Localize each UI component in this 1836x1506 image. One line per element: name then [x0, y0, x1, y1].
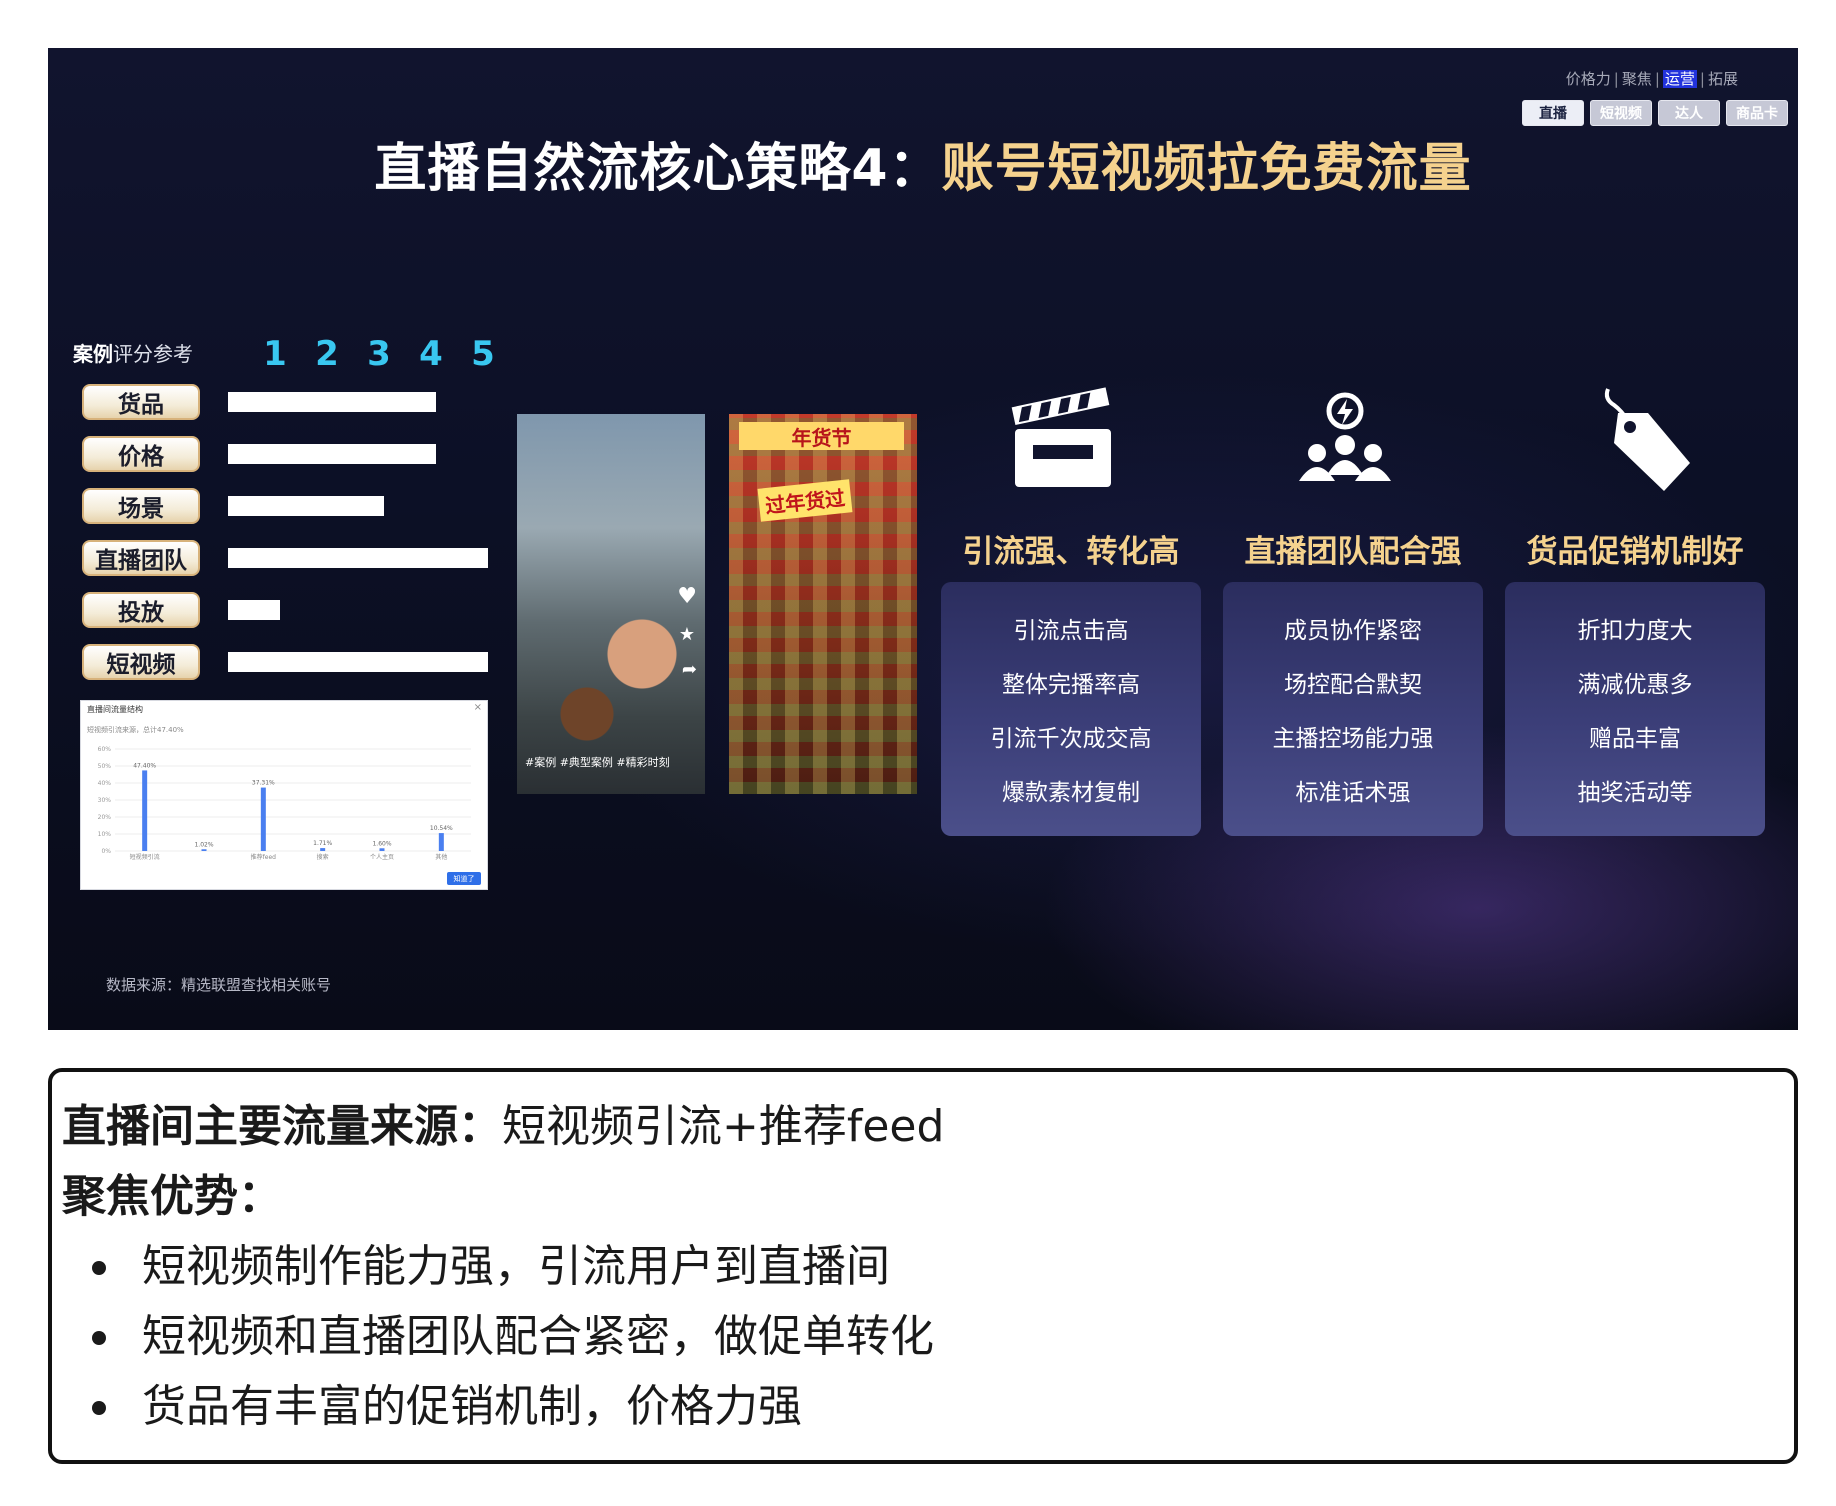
y-tick-label: 20% [98, 814, 112, 821]
acknowledge-button[interactable]: 知道了 [447, 872, 481, 885]
scale-tick: 2 [315, 334, 339, 374]
clapperboard-icon [1011, 387, 1111, 487]
feature-point: 主播控场能力强 [1272, 726, 1434, 752]
rating-score-bar [228, 444, 436, 464]
feature-card: 引流点击高整体完播率高 引流千次成交高 爆款素材复制 [941, 582, 1201, 836]
focus-label: 聚焦优势： [62, 1171, 282, 1222]
scale-tick: 1 [263, 334, 287, 374]
topnav-item-price[interactable]: 价格力 [1566, 70, 1611, 88]
y-tick-label: 10% [98, 831, 112, 838]
feature-point: 引流点击高 [1013, 618, 1129, 644]
rating-score-bar [228, 652, 488, 672]
scale-tick: 5 [471, 334, 495, 374]
rating-category-label: 价格 [82, 436, 200, 472]
chart-bar [260, 787, 266, 851]
rating-category-label: 直播团队 [82, 540, 200, 576]
nav-buttons: 直播 短视频 达人 商品卡 [1522, 100, 1788, 126]
rating-score-bar [228, 392, 436, 412]
chart-bar [379, 848, 385, 851]
feature-point: 抽奖活动等 [1577, 780, 1693, 806]
nav-button-live[interactable]: 直播 [1522, 100, 1584, 126]
bar-data-label: 37.31% [252, 780, 275, 787]
x-tick-label: 推荐feed [251, 853, 276, 861]
team-idea-icon [1299, 392, 1391, 481]
slide-title: 直播自然流核心策略4：账号短视频拉免费流量 [48, 126, 1798, 201]
nav-button-product-card[interactable]: 商品卡 [1726, 100, 1788, 126]
nav-button-influencer[interactable]: 达人 [1658, 100, 1720, 126]
list-item: 短视频和直播团队配合紧密，做促单转化 [92, 1302, 1784, 1372]
video-caption: #案例 #典型案例 #精彩时刻 [525, 756, 670, 769]
feature-point: 场控配合默契 [1284, 672, 1422, 698]
price-tag-icon [1604, 388, 1690, 491]
notes-box: 直播间主要流量来源：短视频引流+推荐feed 聚焦优势： 短视频制作能力强，引流… [48, 1068, 1798, 1464]
bar-data-label: 47.40% [133, 762, 156, 769]
top-nav: 价格力 | 聚焦 | 运营 | 拓展 [1565, 70, 1738, 88]
title-main: 直播自然流核心策略4： [374, 139, 942, 199]
traffic-source-value: 短视频引流+推荐feed [502, 1101, 945, 1152]
live-room-screenshot: 年货节 过年货过 [729, 414, 917, 794]
focus-list: 短视频制作能力强，引流用户到直播间 短视频和直播团队配合紧密，做促单转化 货品有… [62, 1232, 1784, 1442]
traffic-source-label: 直播间主要流量来源： [62, 1101, 502, 1152]
rating-title: 案例评分参考 [73, 342, 193, 366]
case-video-screenshot: #案例 #典型案例 #精彩时刻 ♥ ★ ➦ [517, 414, 705, 794]
y-tick-label: 50% [98, 763, 112, 770]
rating-category-label: 场景 [82, 488, 200, 524]
data-source: 数据来源：精选联盟查找相关账号 [106, 976, 332, 994]
feature-point: 整体完播率高 [1002, 672, 1140, 698]
list-item: 货品有丰富的促销机制，价格力强 [92, 1372, 1784, 1442]
feature-card: 成员协作紧密 场控配合默契 主播控场能力强 标准话术强 [1223, 582, 1483, 836]
rating-score-bar [228, 600, 280, 620]
feature-point: 折扣力度大 [1577, 618, 1693, 644]
chart-bar [320, 848, 326, 851]
feature-point: 爆款素材复制 [1002, 780, 1140, 806]
chart-bar [201, 849, 207, 851]
chart-bar [142, 770, 148, 851]
rating-category-label: 投放 [82, 592, 200, 628]
share-icon: ➦ [681, 659, 697, 680]
bar-data-label: 1.71% [313, 840, 332, 847]
traffic-source-line: 直播间主要流量来源：短视频引流+推荐feed [62, 1092, 1784, 1162]
slide: 直播自然流核心策略4：账号短视频拉免费流量 价格力 | 聚焦 | 运营 | 拓展 直播 短视… [48, 48, 1798, 1030]
list-item: 短视频制作能力强，引流用户到直播间 [92, 1232, 1784, 1302]
bar-data-label: 10.54% [430, 825, 453, 832]
rating-category-label: 短视频 [82, 644, 200, 680]
feature-point: 引流千次成交高 [990, 726, 1152, 752]
feature-point: 标准话术强 [1295, 780, 1411, 806]
feature-point: 满减优惠多 [1577, 672, 1693, 698]
feature-title: 直播团队配合强 [1244, 534, 1462, 570]
feature-point: 赠品丰富 [1589, 726, 1681, 752]
y-tick-label: 40% [98, 780, 112, 787]
promo-badge: 过年货过 [757, 479, 853, 522]
feature-point: 成员协作紧密 [1284, 618, 1422, 644]
x-tick-label: 搜索 [317, 853, 329, 861]
chart-plot: 60% 50% 40% 30% 20% 10% 0% 47.40% 短视频引流 1.02% 37.3… [98, 746, 471, 861]
title-highlight: 账号短视频拉免费流量 [941, 139, 1472, 199]
traffic-structure-chart: 直播间流量结构 × 短视频引流来源，总计47.40% 60% 50% 40% 30% 2… [80, 700, 488, 890]
topnav-item-operation[interactable]: 运营 [1662, 70, 1697, 88]
x-tick-label: 其他 [435, 853, 447, 861]
rating-category-label: 货品 [82, 384, 200, 420]
live-banner: 年货节 [739, 422, 904, 450]
star-icon: ★ [678, 624, 695, 645]
rating-score-bar [228, 548, 488, 568]
topnav-item-focus[interactable]: 聚焦 [1622, 70, 1652, 88]
bar-data-label: 1.60% [372, 840, 391, 847]
bar-data-label: 1.02% [194, 841, 213, 848]
scale-tick: 3 [367, 334, 391, 374]
x-tick-label: 个人主页 [370, 853, 394, 861]
y-tick-label: 30% [98, 797, 112, 804]
rating-score-bar [228, 496, 384, 516]
heart-icon: ♥ [677, 584, 697, 609]
chart-bar [438, 833, 444, 851]
scale-tick: 4 [419, 334, 443, 374]
feature-card: 折扣力度大满减优惠多赠品丰富抽奖活动等 [1505, 582, 1765, 836]
y-tick-label: 60% [98, 746, 112, 753]
feature-title: 引流强、转化高 [962, 534, 1180, 570]
x-tick-label: 短视频引流 [130, 853, 160, 861]
feature-title: 货品促销机制好 [1526, 534, 1744, 570]
topnav-item-expand[interactable]: 拓展 [1708, 70, 1738, 88]
nav-button-short-video[interactable]: 短视频 [1590, 100, 1652, 126]
y-tick-label: 0% [101, 848, 111, 855]
